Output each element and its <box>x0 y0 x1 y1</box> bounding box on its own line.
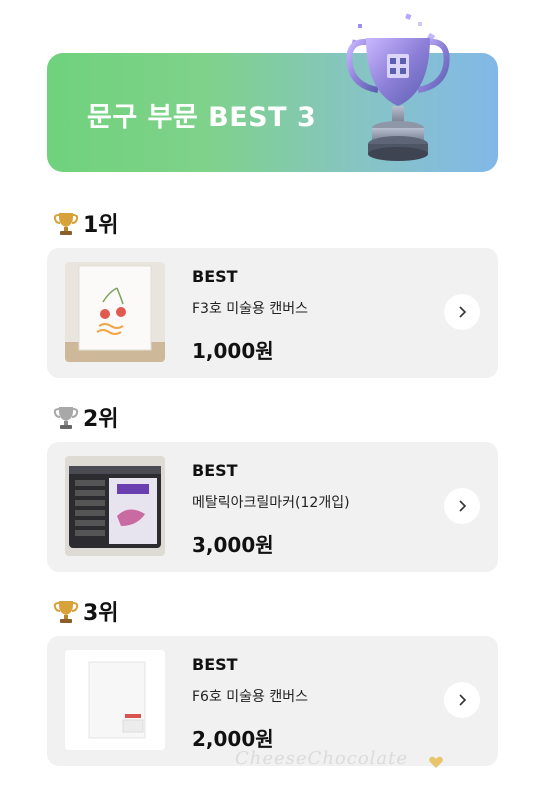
product-image <box>65 650 165 750</box>
marker-set-image <box>65 456 165 556</box>
go-detail-button[interactable] <box>444 682 480 718</box>
rank-label: 1위 <box>83 213 119 238</box>
product-image <box>65 262 165 362</box>
go-detail-button[interactable] <box>444 488 480 524</box>
canvas-cherry-image <box>65 262 165 362</box>
chevron-right-icon <box>459 694 467 706</box>
rank-label: 3위 <box>83 601 119 626</box>
gold-trophy-icon <box>53 213 79 235</box>
best-badge: BEST <box>192 655 238 674</box>
silver-trophy-icon <box>53 407 79 429</box>
rank-heading-3: 3위 <box>53 596 119 626</box>
trophy-illustration-icon <box>346 13 450 161</box>
rank-label: 2위 <box>83 407 119 432</box>
product-card-1[interactable]: BEST F3호 미술용 캔버스 1,000원 <box>47 248 498 378</box>
chevron-right-icon <box>459 500 467 512</box>
product-name: F3호 미술용 캔버스 <box>192 301 309 317</box>
product-price: 3,000원 <box>192 533 274 557</box>
chevron-right-icon <box>459 306 467 318</box>
product-name: F6호 미술용 캔버스 <box>192 689 309 705</box>
watermark: CheeseChocolate <box>235 748 409 769</box>
product-card-2[interactable]: BEST 메탈릭아크릴마커(12개입) 3,000원 <box>47 442 498 572</box>
go-detail-button[interactable] <box>444 294 480 330</box>
product-name: 메탈릭아크릴마커(12개입) <box>192 495 350 511</box>
product-card-3[interactable]: BEST F6호 미술용 캔버스 2,000원 <box>47 636 498 766</box>
product-image <box>65 456 165 556</box>
product-price: 1,000원 <box>192 339 274 363</box>
banner-title: 문구 부문 BEST 3 <box>87 102 317 133</box>
blank-canvas-image <box>65 650 165 750</box>
best-badge: BEST <box>192 461 238 480</box>
best-badge: BEST <box>192 267 238 286</box>
rank-heading-2: 2위 <box>53 402 119 432</box>
gold-trophy-icon <box>53 601 79 623</box>
rank-heading-1: 1위 <box>53 208 119 238</box>
heart-icon <box>429 756 443 768</box>
